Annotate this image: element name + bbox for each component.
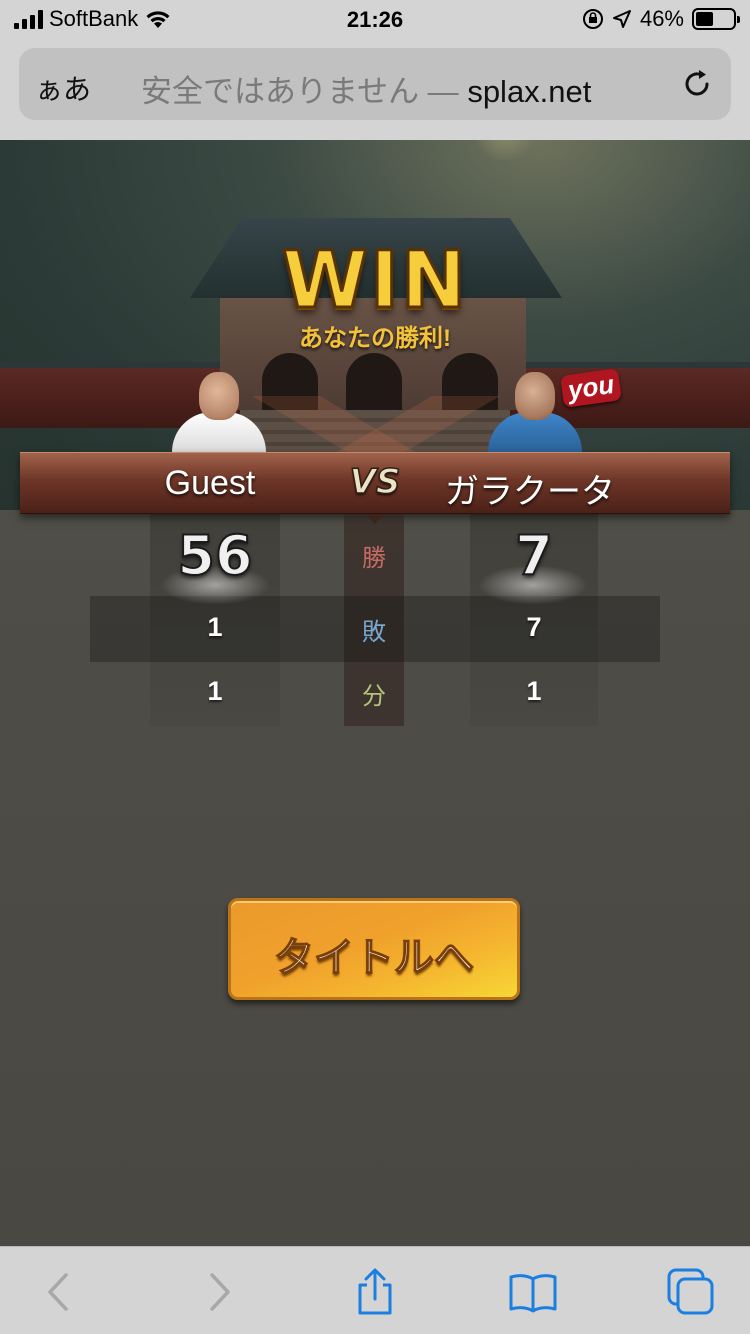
address-bar[interactable]: ぁあ 安全ではありません — splax.net xyxy=(19,48,731,120)
status-bar: SoftBank 21:26 46% xyxy=(0,0,750,40)
chevron-left-icon xyxy=(48,1273,68,1311)
tabs-icon xyxy=(667,1268,714,1315)
win-subtitle: あなたの勝利! xyxy=(299,325,451,352)
draws-label: 分 xyxy=(362,683,386,710)
player-draws: 1 xyxy=(526,676,542,706)
opponent-losses: 1 xyxy=(207,612,223,642)
reload-icon[interactable] xyxy=(677,64,717,104)
player-head xyxy=(515,372,555,420)
opponent-wins: 56 xyxy=(176,523,253,588)
location-icon xyxy=(612,10,631,28)
status-right: 46% xyxy=(582,6,740,32)
opponent-draws: 1 xyxy=(207,676,223,706)
gate-arch xyxy=(346,353,402,415)
share-button[interactable] xyxy=(350,1267,400,1317)
opponent-head xyxy=(199,372,239,420)
url-host: splax.net xyxy=(467,74,592,109)
back-button[interactable] xyxy=(34,1267,84,1317)
share-icon xyxy=(358,1268,392,1315)
player-losses: 7 xyxy=(526,612,542,642)
browser-toolbar xyxy=(0,1246,750,1334)
security-warning: 安全ではありません — xyxy=(141,74,459,109)
chevron-right-icon xyxy=(210,1273,230,1311)
battery-percent: 46% xyxy=(639,6,684,31)
tabs-button[interactable] xyxy=(666,1267,716,1317)
address-area: ぁあ 安全ではありません — splax.net xyxy=(0,40,750,140)
opponent-name: Guest xyxy=(164,464,256,502)
wins-label: 勝 xyxy=(362,545,386,572)
battery-icon xyxy=(692,8,740,30)
bookmarks-button[interactable] xyxy=(508,1267,558,1317)
win-title: WIN xyxy=(280,235,469,328)
player-wins: 7 xyxy=(514,523,554,588)
to-title-button[interactable]: タイトルへ xyxy=(228,898,520,1000)
text-size-button[interactable]: ぁあ xyxy=(35,68,91,108)
to-title-label: タイトルへ xyxy=(273,935,475,981)
forward-button[interactable] xyxy=(194,1267,244,1317)
url-display[interactable]: 安全ではありません — splax.net xyxy=(141,66,591,111)
game-canvas: WIN あなたの勝利! you Guest VS ガラクータ 56 勝 7 1 … xyxy=(0,140,750,1246)
losses-label: 敗 xyxy=(362,619,386,646)
vs-badge: VS xyxy=(349,461,401,503)
orientation-lock-icon xyxy=(582,9,603,29)
battery-fill xyxy=(696,12,713,26)
player-name: ガラクータ xyxy=(445,473,615,511)
opponent-avatar xyxy=(164,368,274,456)
book-icon xyxy=(509,1274,557,1313)
